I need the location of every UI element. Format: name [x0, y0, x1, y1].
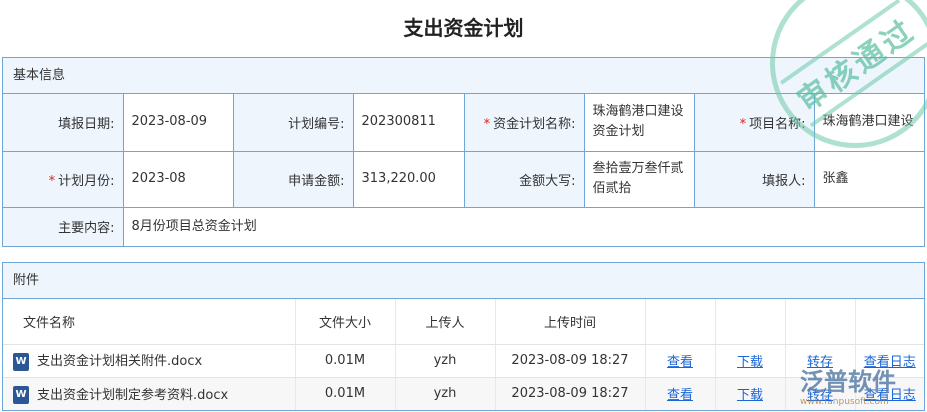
file-time: 2023-08-09 18:27: [495, 344, 646, 378]
col-size: 文件大小: [295, 299, 396, 345]
table-row: W 支出资金计划制定参考资料.docx 0.01M yzh 2023-08-09 …: [3, 377, 924, 410]
attachments-section: 附件 文件名称 文件大小 上传人 上传时间 W 支出资金计划相关附件.docx 0…: [2, 262, 925, 411]
amount-upper-label: 金额大写:: [463, 150, 585, 208]
view-log-link[interactable]: 查看日志: [864, 355, 916, 370]
month-value: 2023-08: [122, 150, 234, 208]
col-time: 上传时间: [495, 299, 646, 345]
file-name: 支出资金计划相关附件.docx: [37, 354, 203, 370]
save-to-link[interactable]: 转存: [807, 388, 833, 403]
reporter-value: 张鑫: [813, 150, 924, 208]
fill-date-value: 2023-08-09: [122, 94, 234, 152]
plan-name-value: 珠海鹤港口建设资金计划: [583, 94, 695, 152]
section-header: 基本信息: [3, 58, 924, 94]
attachments-table: 文件名称 文件大小 上传人 上传时间 W 支出资金计划相关附件.docx 0.01…: [3, 299, 924, 410]
basic-info-table: 填报日期: 2023-08-09 计划编号: 202300811 * 资金计划名称…: [3, 94, 924, 246]
word-file-icon: W: [13, 352, 29, 371]
month-label: * 计划月份:: [3, 150, 124, 208]
fill-date-label: 填报日期:: [3, 94, 124, 152]
view-link[interactable]: 查看: [667, 388, 693, 403]
required-mark: *: [739, 116, 747, 132]
content-label: 主要内容:: [3, 206, 124, 246]
required-mark: *: [483, 116, 491, 132]
basic-info-section: 基本信息 填报日期: 2023-08-09 计划编号: 202300811 * 资…: [2, 57, 925, 247]
plan-name-label: * 资金计划名称:: [463, 94, 585, 152]
file-name: 支出资金计划制定参考资料.docx: [37, 387, 229, 403]
word-file-icon: W: [13, 386, 29, 404]
reporter-label: 填报人:: [693, 150, 815, 208]
file-uploader: yzh: [395, 344, 496, 378]
download-link[interactable]: 下载: [737, 388, 763, 403]
table-row: W 支出资金计划相关附件.docx 0.01M yzh 2023-08-09 18…: [3, 344, 924, 378]
content-value: 8月份项目总资金计划: [122, 206, 924, 246]
plan-no-label: 计划编号:: [232, 94, 354, 152]
plan-name-label-text: 资金计划名称:: [493, 116, 576, 132]
section-header: 附件: [3, 263, 924, 299]
file-size: 0.01M: [295, 377, 396, 410]
amount-label: 申请金额:: [232, 150, 354, 208]
file-size: 0.01M: [295, 344, 396, 378]
plan-no-value: 202300811: [352, 94, 465, 152]
project-label: * 项目名称:: [693, 94, 815, 152]
table-header: 文件名称 文件大小 上传人 上传时间: [3, 299, 924, 345]
col-uploader: 上传人: [395, 299, 496, 345]
download-link[interactable]: 下载: [737, 355, 763, 370]
file-time: 2023-08-09 18:27: [495, 377, 646, 410]
save-to-link[interactable]: 转存: [807, 355, 833, 370]
file-uploader: yzh: [395, 377, 496, 410]
view-link[interactable]: 查看: [667, 355, 693, 370]
col-name: 文件名称: [3, 299, 296, 345]
project-label-text: 项目名称:: [749, 116, 806, 132]
view-log-link[interactable]: 查看日志: [864, 388, 916, 403]
amount-upper-value: 叁拾壹万叁仟贰佰贰拾: [583, 150, 695, 208]
month-label-text: 计划月份:: [58, 173, 115, 189]
required-mark: *: [48, 173, 56, 189]
amount-value: 313,220.00: [352, 150, 465, 208]
page-title: 支出资金计划: [403, 16, 524, 40]
project-value: 珠海鹤港口建设: [813, 94, 924, 152]
